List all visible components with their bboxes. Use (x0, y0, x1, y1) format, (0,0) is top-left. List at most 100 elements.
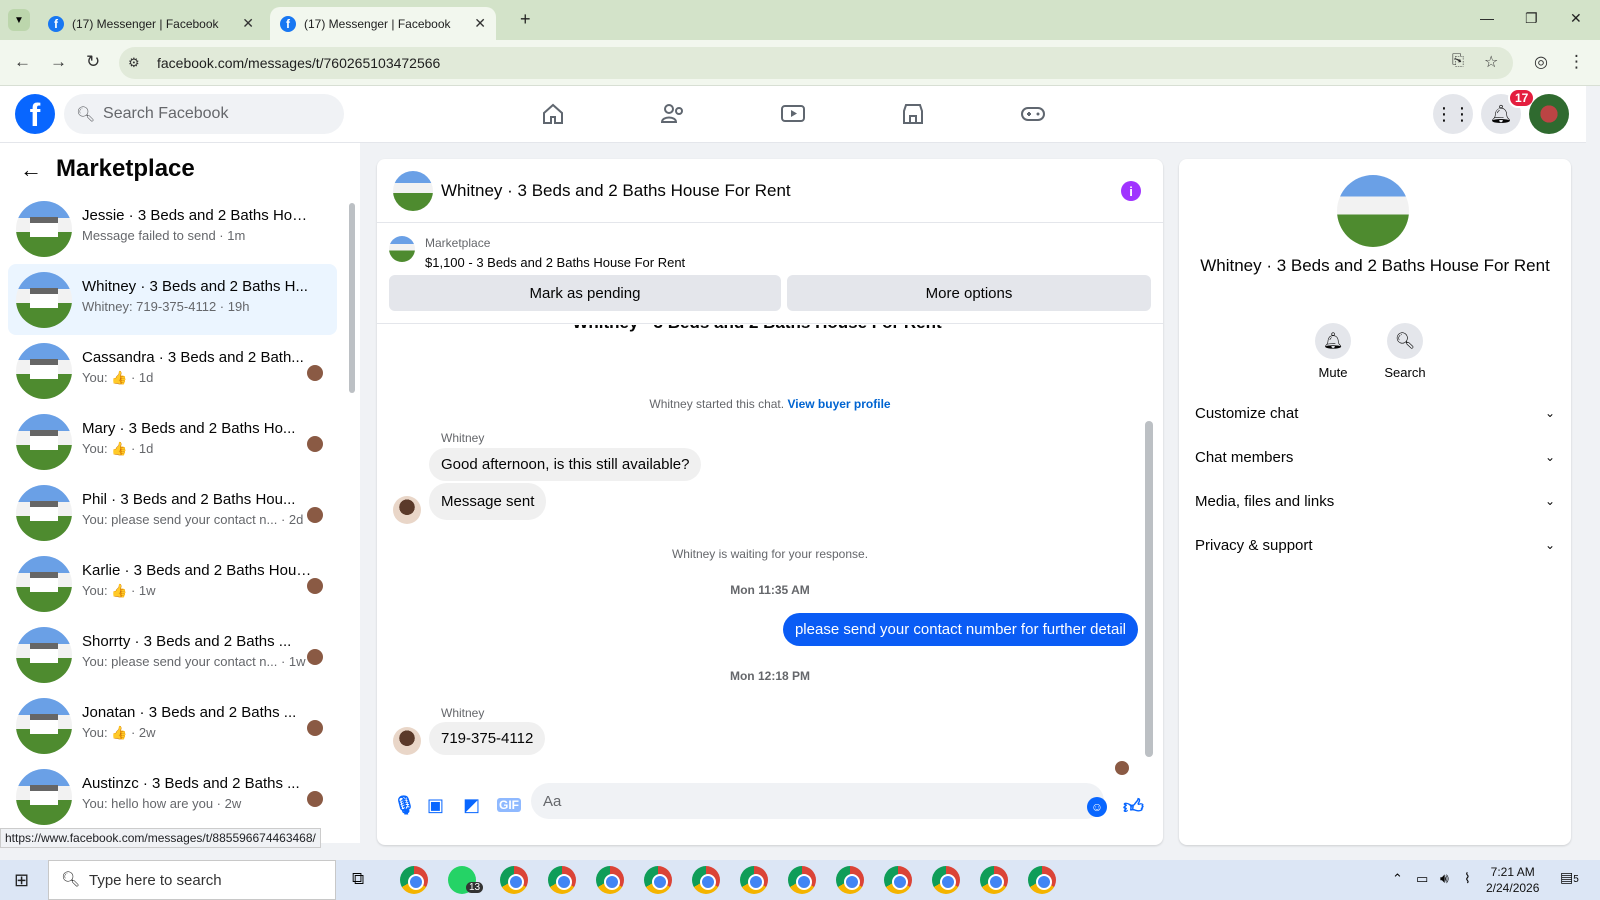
incoming-message[interactable]: Message sent (429, 483, 547, 520)
gaming-icon[interactable] (1017, 98, 1049, 130)
windows-taskbar: ⊞ 🔍︎ Type here to search ⧉ 13 ⌃ ▭ 🔊︎ ⌇ 7… (0, 860, 1600, 900)
sidebar-scrollbar[interactable] (349, 203, 355, 393)
conversation-item[interactable]: Austinzc · 3 Beds and 2 Baths ... You: he… (8, 761, 337, 832)
whitney-avatar[interactable] (393, 496, 421, 524)
conversation-item[interactable]: Jonatan · 3 Beds and 2 Baths ... You: 👍 ·… (8, 690, 337, 761)
friends-icon[interactable] (657, 98, 689, 130)
chat-scrollbar[interactable] (1145, 421, 1153, 757)
conversation-item[interactable]: Jessie · 3 Beds and 2 Baths Hous... Messa… (8, 193, 337, 264)
chat-started-notice: Whitney started this chat. View buyer pr… (377, 397, 1163, 411)
facebook-logo[interactable]: f (15, 94, 55, 134)
chrome-taskbar-icon[interactable] (500, 866, 528, 894)
chrome-taskbar-icon[interactable] (692, 866, 720, 894)
message-input[interactable]: Aa (531, 783, 1104, 819)
menu-kebab-icon[interactable]: ⋮ (1568, 52, 1585, 72)
conversation-item[interactable]: Karlie · 3 Beds and 2 Baths Hous... You: … (8, 548, 337, 619)
chrome-taskbar-icon[interactable] (400, 866, 428, 894)
address-bar[interactable]: facebook.com/messages/t/760265103472566 (119, 47, 1513, 79)
bookmark-star-icon[interactable]: ☆ (1484, 52, 1498, 72)
details-avatar[interactable] (1337, 175, 1409, 247)
notification-center-icon[interactable]: ▤5 (1560, 869, 1579, 886)
mute-label: Mute (1318, 365, 1348, 380)
row-label: Chat members (1195, 448, 1294, 466)
back-arrow-icon[interactable]: ← (20, 157, 42, 183)
privacy-support-row[interactable]: Privacy & support ⌄ (1195, 525, 1555, 565)
close-tab-icon[interactable]: ✕ (474, 15, 486, 32)
chevron-down-icon: ⌄ (1544, 450, 1555, 464)
listing-thumbnail (16, 485, 72, 541)
microphone-icon[interactable]: 🎙︎ (393, 795, 416, 816)
conversation-item[interactable]: Mary · 3 Beds and 2 Baths Ho... You: 👍 · … (8, 406, 337, 477)
chrome-taskbar-icon[interactable] (836, 866, 864, 894)
conversation-item[interactable]: Cassandra · 3 Beds and 2 Bath... You: 👍 ·… (8, 335, 337, 406)
whitney-avatar[interactable] (393, 727, 421, 755)
marketplace-icon[interactable] (897, 98, 929, 130)
outgoing-message[interactable]: please send your contact number for furt… (782, 613, 1138, 646)
conversation-item[interactable]: Phil · 3 Beds and 2 Baths Hou... You: ple… (8, 477, 337, 548)
browser-tab-1[interactable]: f (17) Messenger | Facebook ✕ (38, 7, 264, 40)
volume-icon[interactable]: 🔊︎ (1440, 870, 1449, 887)
thumbs-up-icon[interactable]: 👍︎ (1123, 795, 1144, 819)
home-icon[interactable] (537, 98, 569, 130)
forward-icon[interactable]: → (50, 52, 67, 72)
gif-icon[interactable]: GIF (497, 798, 521, 812)
chrome-taskbar-icon[interactable] (1028, 866, 1056, 894)
reload-icon[interactable]: ↻ (86, 52, 100, 72)
chat-avatar[interactable] (393, 171, 433, 211)
photo-icon[interactable]: ▣ (427, 795, 444, 816)
seen-avatar (307, 649, 323, 665)
taskbar-search-input[interactable]: 🔍︎ Type here to search (48, 860, 336, 900)
chat-title[interactable]: Whitney · 3 Beds and 2 Baths House For R… (441, 181, 791, 201)
more-options-button[interactable]: More options (787, 275, 1151, 311)
profile-icon[interactable]: ◎ (1534, 52, 1548, 72)
new-tab-button[interactable]: + (520, 9, 531, 30)
taskbar-clock[interactable]: 7:21 AM 2/24/2026 (1486, 864, 1539, 896)
search-button[interactable]: 🔍︎ Search (1375, 323, 1435, 380)
chrome-taskbar-icon[interactable] (932, 866, 960, 894)
chat-members-row[interactable]: Chat members ⌄ (1195, 437, 1555, 477)
chrome-taskbar-icon[interactable] (980, 866, 1008, 894)
battery-icon[interactable]: ▭ (1416, 871, 1428, 887)
chrome-taskbar-icon[interactable] (596, 866, 624, 894)
details-name: Whitney · 3 Beds and 2 Baths House For R… (1200, 256, 1550, 275)
tray-chevron-icon[interactable]: ⌃ (1392, 871, 1403, 887)
sender-name: Whitney (441, 431, 485, 445)
chrome-taskbar-icon[interactable] (548, 866, 576, 894)
menu-grid-icon[interactable]: ⋮⋮ (1433, 94, 1473, 134)
windows-start-icon[interactable]: ⊞ (14, 870, 29, 891)
listing-thumbnail (16, 698, 72, 754)
restore-icon[interactable]: ❐ (1525, 10, 1538, 27)
seen-avatar (307, 578, 323, 594)
customize-chat-row[interactable]: Customize chat ⌄ (1195, 393, 1555, 433)
back-icon[interactable]: ← (14, 52, 31, 72)
seen-avatar (307, 365, 323, 381)
facebook-search-input[interactable]: 🔍︎ Search Facebook (64, 94, 344, 134)
emoji-icon[interactable]: ☺ (1087, 797, 1107, 817)
mark-as-pending-button[interactable]: Mark as pending (389, 275, 781, 311)
tab-list-button[interactable]: ▼ (8, 9, 30, 31)
chrome-taskbar-icon[interactable] (644, 866, 672, 894)
view-buyer-profile-link[interactable]: View buyer profile (787, 397, 890, 411)
browser-tab-2[interactable]: f (17) Messenger | Facebook ✕ (270, 7, 496, 40)
account-avatar[interactable] (1529, 94, 1569, 134)
wifi-icon[interactable]: ⌇ (1464, 870, 1471, 887)
conversation-item[interactable]: Shorrty · 3 Beds and 2 Baths ... You: ple… (8, 619, 337, 690)
close-window-icon[interactable]: ✕ (1570, 10, 1582, 27)
info-icon[interactable]: i (1121, 181, 1141, 201)
chrome-taskbar-icon[interactable] (884, 866, 912, 894)
site-info-icon[interactable]: ⚙ (128, 55, 140, 71)
task-view-icon[interactable]: ⧉ (352, 869, 364, 889)
sticker-icon[interactable]: ◩ (463, 795, 480, 816)
incoming-message[interactable]: Good afternoon, is this still available? (429, 448, 702, 481)
incoming-message[interactable]: 719-375-4112 (429, 722, 546, 755)
chrome-taskbar-icon[interactable] (788, 866, 816, 894)
close-tab-icon[interactable]: ✕ (242, 15, 254, 32)
minimize-icon[interactable]: — (1480, 10, 1494, 26)
conversation-item[interactable]: Whitney · 3 Beds and 2 Baths H... Whitney… (8, 264, 337, 335)
message-thread: Whitney · 3 Beds and 2 Baths House For R… (377, 325, 1163, 777)
video-icon[interactable] (777, 98, 809, 130)
mute-button[interactable]: 🔔︎ Mute (1303, 323, 1363, 380)
install-app-icon[interactable]: ⎘ (1452, 52, 1464, 69)
media-files-links-row[interactable]: Media, files and links ⌄ (1195, 481, 1555, 521)
chrome-taskbar-icon[interactable] (740, 866, 768, 894)
